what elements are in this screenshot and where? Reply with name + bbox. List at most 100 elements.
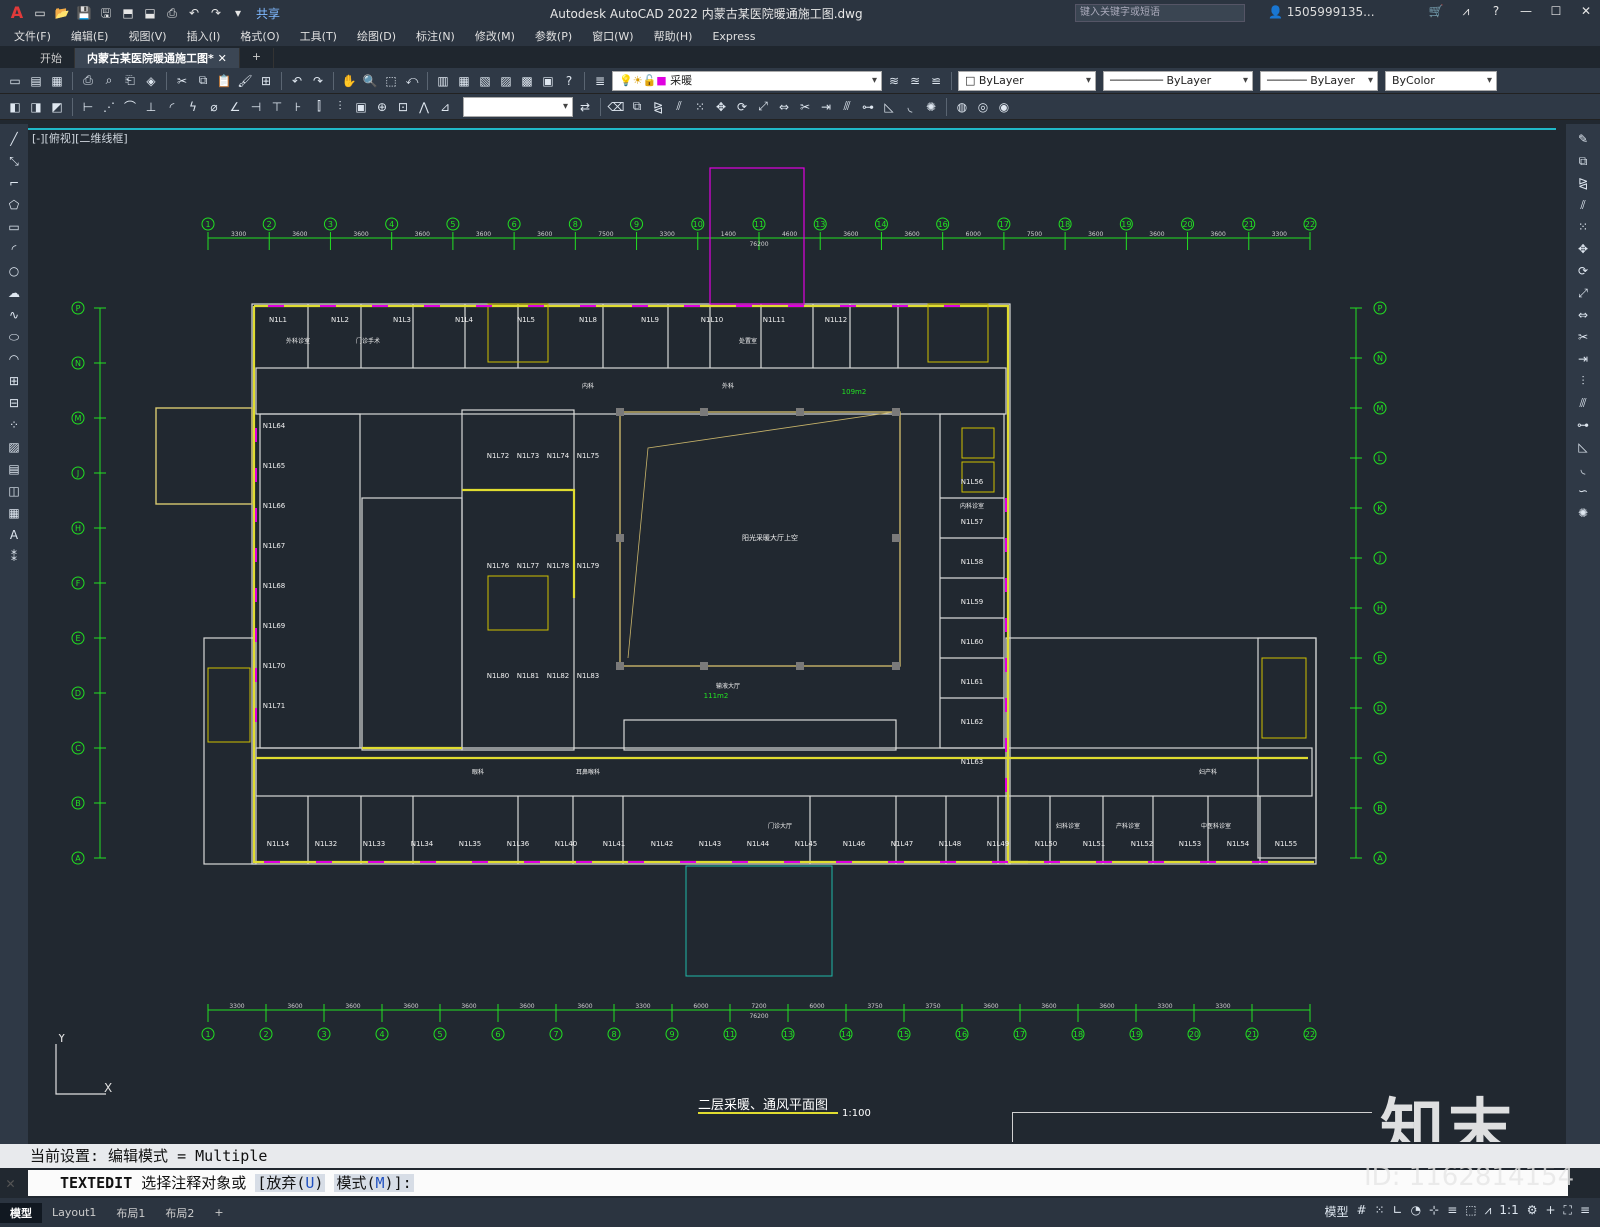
r-break-point-icon[interactable]: ⫶ bbox=[1574, 372, 1592, 390]
menu-dimension[interactable]: 标注(N) bbox=[416, 28, 455, 44]
match-prop-icon[interactable]: 🖌 bbox=[236, 72, 254, 90]
polygon-icon[interactable]: ⬠ bbox=[5, 196, 23, 214]
autocad-logo-icon[interactable]: A bbox=[8, 5, 26, 21]
linetype-dropdown[interactable]: ──────── ByLayer bbox=[1103, 70, 1253, 91]
new-tab-button[interactable]: + bbox=[240, 48, 275, 68]
save-icon-2[interactable]: ▦ bbox=[48, 72, 66, 90]
tab-start[interactable]: 开始 bbox=[28, 48, 75, 68]
table-icon[interactable]: ▦ bbox=[5, 504, 23, 522]
copy-obj-icon[interactable]: ⧉ bbox=[628, 98, 646, 116]
layout-tab-bujv2[interactable]: 布局2 bbox=[155, 1203, 204, 1223]
new-file-icon[interactable]: ▭ bbox=[32, 5, 48, 21]
menu-express[interactable]: Express bbox=[712, 30, 755, 43]
aligned-dim-icon[interactable]: ⋰ bbox=[100, 98, 118, 116]
chamfer-icon[interactable]: ◺ bbox=[880, 98, 898, 116]
menu-tools[interactable]: 工具(T) bbox=[300, 28, 337, 44]
grid-icon[interactable]: # bbox=[1356, 1203, 1366, 1220]
ortho-icon[interactable]: ∟ bbox=[1393, 1203, 1403, 1220]
mode-option[interactable]: 模式(M)]: bbox=[334, 1174, 414, 1192]
menu-file[interactable]: 文件(F) bbox=[14, 28, 51, 44]
user-account[interactable]: 👤 1505999135... bbox=[1268, 5, 1375, 19]
offset-icon[interactable]: ⫽ bbox=[670, 98, 688, 116]
command-close-icon[interactable]: ✕ bbox=[6, 1170, 15, 1196]
tool-palettes-icon[interactable]: ▧ bbox=[476, 72, 494, 90]
layer-previous-icon[interactable]: ≊ bbox=[906, 72, 924, 90]
color-dropdown[interactable]: □ ByLayer bbox=[958, 70, 1096, 91]
r-stretch-icon[interactable]: ⇔ bbox=[1574, 306, 1592, 324]
save-icon[interactable]: 💾 bbox=[76, 5, 92, 21]
print-icon[interactable]: ⎙ bbox=[164, 5, 180, 21]
copy-icon[interactable]: ⧉ bbox=[194, 72, 212, 90]
annotation-visibility-icon[interactable]: ⩘ bbox=[1485, 1203, 1492, 1220]
layer-properties-icon[interactable]: ≣ bbox=[591, 72, 609, 90]
search-input[interactable]: 键入关键字或短语 bbox=[1075, 4, 1245, 22]
pan-icon[interactable]: ✋ bbox=[340, 72, 358, 90]
rotate-icon[interactable]: ⟳ bbox=[733, 98, 751, 116]
tb2-icon-y[interactable]: ◎ bbox=[974, 98, 992, 116]
customize-icon[interactable]: ≡ bbox=[1580, 1203, 1590, 1220]
r-blend-icon[interactable]: ∽ bbox=[1574, 482, 1592, 500]
layout-tab-layout1[interactable]: Layout1 bbox=[42, 1204, 106, 1221]
array-icon[interactable]: ⁙ bbox=[691, 98, 709, 116]
cart-icon[interactable]: 🛒 bbox=[1428, 3, 1444, 19]
tolerance-icon[interactable]: ▣ bbox=[352, 98, 370, 116]
r-move-icon[interactable]: ✥ bbox=[1574, 240, 1592, 258]
ellipse-arc-icon[interactable]: ◠ bbox=[5, 350, 23, 368]
save-as-icon[interactable]: 🖫 bbox=[98, 5, 114, 21]
workspace-gear-icon[interactable]: ⚙ bbox=[1527, 1203, 1538, 1220]
r-fillet-icon[interactable]: ◟ bbox=[1574, 460, 1592, 478]
plot-icon[interactable]: ⎙ bbox=[79, 72, 97, 90]
help-icon[interactable]: ? bbox=[1488, 3, 1504, 19]
fullscreen-icon[interactable]: ⛶ bbox=[1564, 1203, 1572, 1220]
r-chamfer-icon[interactable]: ◺ bbox=[1574, 438, 1592, 456]
close-icon[interactable]: ✕ bbox=[1578, 3, 1594, 19]
viewport-controls[interactable]: [-][俯视][二维线框] bbox=[32, 130, 128, 146]
osnap-icon[interactable]: ⊹ bbox=[1429, 1203, 1439, 1220]
mirror-icon[interactable]: ⧎ bbox=[649, 98, 667, 116]
r-array-icon[interactable]: ⁙ bbox=[1574, 218, 1592, 236]
fillet-icon[interactable]: ◟ bbox=[901, 98, 919, 116]
continue-dim-icon[interactable]: ⊦ bbox=[289, 98, 307, 116]
baseline-dim-icon[interactable]: ⊤ bbox=[268, 98, 286, 116]
explode-icon[interactable]: ✺ bbox=[922, 98, 940, 116]
r-rotate-icon[interactable]: ⟳ bbox=[1574, 262, 1592, 280]
block-editor-icon[interactable]: ⊞ bbox=[257, 72, 275, 90]
tb2-icon-z[interactable]: ◉ bbox=[995, 98, 1013, 116]
sheetset-icon[interactable]: ▨ bbox=[497, 72, 515, 90]
dimstyle-dropdown[interactable] bbox=[463, 96, 573, 117]
open-web-icon[interactable]: ⬒ bbox=[120, 5, 136, 21]
menu-edit[interactable]: 编辑(E) bbox=[71, 28, 109, 44]
ordinate-dim-icon[interactable]: ⊥ bbox=[142, 98, 160, 116]
plotstyle-dropdown[interactable]: ByColor bbox=[1385, 70, 1497, 91]
help-icon-2[interactable]: ? bbox=[560, 72, 578, 90]
undo-icon[interactable]: ↶ bbox=[186, 5, 202, 21]
dim-edit-icon[interactable]: ⊿ bbox=[436, 98, 454, 116]
redo-icon[interactable]: ↷ bbox=[208, 5, 224, 21]
center-mark-icon[interactable]: ⊕ bbox=[373, 98, 391, 116]
inspect-icon[interactable]: ⊡ bbox=[394, 98, 412, 116]
break-icon[interactable]: ⫻ bbox=[838, 98, 856, 116]
diameter-dim-icon[interactable]: ⌀ bbox=[205, 98, 223, 116]
move-icon[interactable]: ✥ bbox=[712, 98, 730, 116]
qnew-icon[interactable]: ▭ bbox=[6, 72, 24, 90]
line-icon[interactable]: ╱ bbox=[5, 130, 23, 148]
undo-option[interactable]: [放弃(U) bbox=[255, 1174, 326, 1192]
tab-close-icon[interactable]: ✕ bbox=[218, 52, 227, 65]
r-break-icon[interactable]: ⫻ bbox=[1574, 394, 1592, 412]
maximize-icon[interactable]: ☐ bbox=[1548, 3, 1564, 19]
annotation-scale[interactable]: 1:1 bbox=[1499, 1203, 1518, 1220]
add-selected-icon[interactable]: ⁑ bbox=[5, 548, 23, 566]
r-erase-icon[interactable]: ✎ bbox=[1574, 130, 1592, 148]
r-scale-icon[interactable]: ⤢ bbox=[1574, 284, 1592, 302]
polyline-icon[interactable]: ⌐ bbox=[5, 174, 23, 192]
cut-icon[interactable]: ✂ bbox=[173, 72, 191, 90]
join-icon[interactable]: ⊶ bbox=[859, 98, 877, 116]
radius-dim-icon[interactable]: ◜ bbox=[163, 98, 181, 116]
quick-dim-icon[interactable]: ⊣ bbox=[247, 98, 265, 116]
lineweight-icon[interactable]: ≡ bbox=[1447, 1203, 1457, 1220]
polar-icon[interactable]: ◔ bbox=[1411, 1203, 1421, 1220]
hatch-icon[interactable]: ▨ bbox=[5, 438, 23, 456]
r-explode-icon[interactable]: ✺ bbox=[1574, 504, 1592, 522]
preview-icon[interactable]: ⌕ bbox=[100, 72, 118, 90]
jogged-dim-icon[interactable]: ϟ bbox=[184, 98, 202, 116]
